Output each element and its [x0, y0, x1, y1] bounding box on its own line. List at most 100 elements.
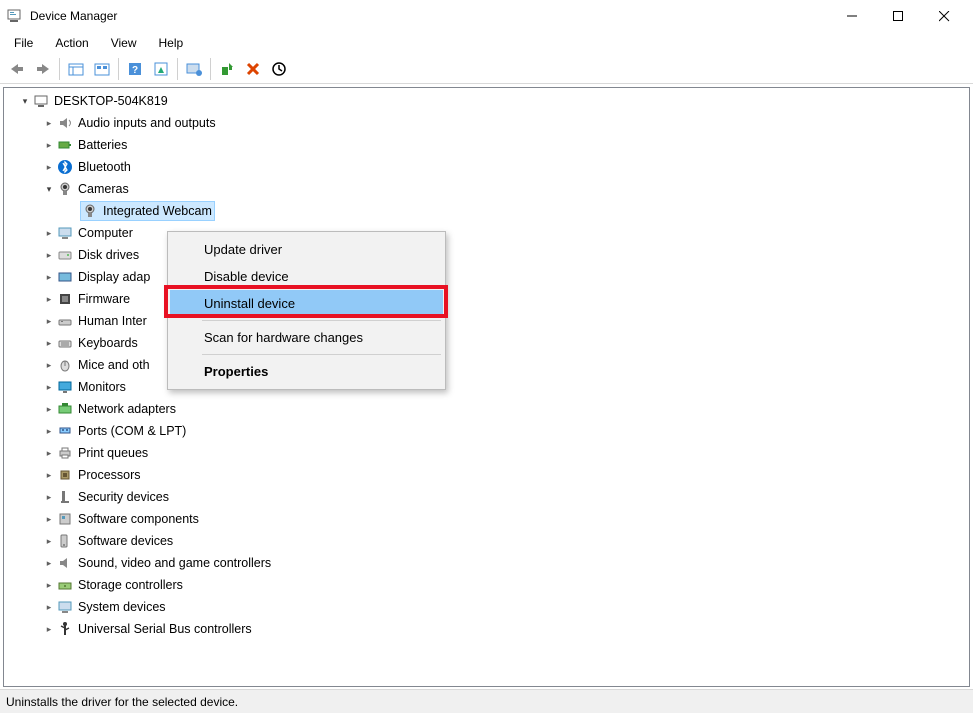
- tree-node-hid[interactable]: ▸ Human Inter: [8, 310, 969, 332]
- update-driver-button[interactable]: [215, 57, 239, 81]
- tree-node-storage[interactable]: ▸ Storage controllers: [8, 574, 969, 596]
- chevron-right-icon[interactable]: ▸: [42, 229, 56, 238]
- status-bar: Uninstalls the driver for the selected d…: [0, 689, 973, 713]
- ctx-uninstall-device[interactable]: Uninstall device: [170, 290, 443, 317]
- forward-button[interactable]: [31, 57, 55, 81]
- tree-node-label: Ports (COM & LPT): [78, 424, 186, 438]
- tree-node-batteries[interactable]: ▸ Batteries: [8, 134, 969, 156]
- chevron-right-icon[interactable]: ▸: [42, 449, 56, 458]
- tree-root-label: DESKTOP-504K819: [54, 94, 168, 108]
- tree-node-disk[interactable]: ▸ Disk drives: [8, 244, 969, 266]
- tree-node-keyboards[interactable]: ▸ Keyboards: [8, 332, 969, 354]
- chevron-right-icon[interactable]: ▸: [42, 295, 56, 304]
- chevron-right-icon[interactable]: ▸: [42, 273, 56, 282]
- disable-button[interactable]: [267, 57, 291, 81]
- maximize-button[interactable]: [875, 1, 921, 31]
- tree-node-sound[interactable]: ▸ Sound, video and game controllers: [8, 552, 969, 574]
- tree-node-label: Universal Serial Bus controllers: [78, 622, 252, 636]
- ctx-scan-hardware[interactable]: Scan for hardware changes: [170, 324, 443, 351]
- ports-icon: [56, 423, 74, 439]
- menu-action[interactable]: Action: [45, 34, 98, 52]
- camera-icon: [56, 181, 74, 197]
- tree-node-label: Batteries: [78, 138, 127, 152]
- chevron-right-icon[interactable]: ▸: [42, 141, 56, 150]
- tree-node-firmware[interactable]: ▸ Firmware: [8, 288, 969, 310]
- context-menu: Update driver Disable device Uninstall d…: [167, 231, 446, 390]
- tree-node-system[interactable]: ▸ System devices: [8, 596, 969, 618]
- properties-button[interactable]: [149, 57, 173, 81]
- chevron-right-icon[interactable]: ▸: [42, 603, 56, 612]
- ctx-disable-device[interactable]: Disable device: [170, 263, 443, 290]
- camera-icon: [81, 203, 99, 219]
- tree-node-monitors[interactable]: ▸ Monitors: [8, 376, 969, 398]
- tree-node-label: Sound, video and game controllers: [78, 556, 271, 570]
- status-text: Uninstalls the driver for the selected d…: [6, 695, 238, 709]
- close-button[interactable]: [921, 1, 967, 31]
- ctx-properties[interactable]: Properties: [170, 358, 443, 385]
- menu-file[interactable]: File: [4, 34, 43, 52]
- back-button[interactable]: [5, 57, 29, 81]
- network-icon: [56, 401, 74, 417]
- tree-node-audio[interactable]: ▸ Audio inputs and outputs: [8, 112, 969, 134]
- tree-root[interactable]: ▾ DESKTOP-504K819: [8, 90, 969, 112]
- tree-node-label: Human Inter: [78, 314, 147, 328]
- chevron-right-icon[interactable]: ▸: [42, 493, 56, 502]
- chevron-right-icon[interactable]: ▸: [42, 581, 56, 590]
- menu-help[interactable]: Help: [149, 34, 194, 52]
- computer-icon: [56, 225, 74, 241]
- tree-node-label: System devices: [78, 600, 166, 614]
- chevron-right-icon[interactable]: ▸: [42, 559, 56, 568]
- menu-view[interactable]: View: [101, 34, 147, 52]
- tree-node-mice[interactable]: ▸ Mice and oth: [8, 354, 969, 376]
- titlebar: Device Manager: [0, 0, 973, 32]
- window-title: Device Manager: [30, 9, 117, 23]
- chevron-down-icon[interactable]: ▾: [18, 97, 32, 106]
- tree-node-label: Display adap: [78, 270, 150, 284]
- chevron-right-icon[interactable]: ▸: [42, 405, 56, 414]
- tree-node-integrated-webcam[interactable]: Integrated Webcam: [8, 200, 969, 222]
- chevron-right-icon[interactable]: ▸: [42, 427, 56, 436]
- chevron-right-icon[interactable]: ▸: [42, 339, 56, 348]
- tree-node-processors[interactable]: ▸ Processors: [8, 464, 969, 486]
- chevron-right-icon[interactable]: ▸: [42, 471, 56, 480]
- menubar: File Action View Help: [0, 32, 973, 54]
- chevron-right-icon[interactable]: ▸: [42, 625, 56, 634]
- tree-node-label: Network adapters: [78, 402, 176, 416]
- security-icon: [56, 489, 74, 505]
- show-hidden-button[interactable]: [64, 57, 88, 81]
- tree-node-security[interactable]: ▸ Security devices: [8, 486, 969, 508]
- tree-node-cameras[interactable]: ▾ Cameras: [8, 178, 969, 200]
- chevron-right-icon[interactable]: ▸: [42, 251, 56, 260]
- tree-node-software-devices[interactable]: ▸ Software devices: [8, 530, 969, 552]
- chevron-right-icon[interactable]: ▸: [42, 537, 56, 546]
- minimize-button[interactable]: [829, 1, 875, 31]
- scan-button[interactable]: [182, 57, 206, 81]
- toolbar-separator: [118, 58, 119, 80]
- firmware-icon: [56, 291, 74, 307]
- device-tree: ▾ DESKTOP-504K819 ▸ Audio inputs and out…: [4, 88, 969, 642]
- tree-node-ports[interactable]: ▸ Ports (COM & LPT): [8, 420, 969, 442]
- ctx-update-driver[interactable]: Update driver: [170, 236, 443, 263]
- tree-node-display[interactable]: ▸ Display adap: [8, 266, 969, 288]
- view-button[interactable]: [90, 57, 114, 81]
- tree-node-label: Security devices: [78, 490, 169, 504]
- system-icon: [56, 599, 74, 615]
- tree-node-computer[interactable]: ▸ Computer: [8, 222, 969, 244]
- chevron-right-icon[interactable]: ▸: [42, 383, 56, 392]
- chevron-right-icon[interactable]: ▸: [42, 163, 56, 172]
- sound-icon: [56, 555, 74, 571]
- chevron-right-icon[interactable]: ▸: [42, 361, 56, 370]
- uninstall-button[interactable]: [241, 57, 265, 81]
- tree-node-software-components[interactable]: ▸ Software components: [8, 508, 969, 530]
- chevron-right-icon[interactable]: ▸: [42, 515, 56, 524]
- device-tree-panel: ▾ DESKTOP-504K819 ▸ Audio inputs and out…: [3, 87, 970, 687]
- chevron-right-icon[interactable]: ▸: [42, 119, 56, 128]
- chevron-down-icon[interactable]: ▾: [42, 185, 56, 194]
- help-button[interactable]: ?: [123, 57, 147, 81]
- chevron-right-icon[interactable]: ▸: [42, 317, 56, 326]
- tree-node-printqueues[interactable]: ▸ Print queues: [8, 442, 969, 464]
- cpu-icon: [56, 467, 74, 483]
- tree-node-network[interactable]: ▸ Network adapters: [8, 398, 969, 420]
- tree-node-bluetooth[interactable]: ▸ Bluetooth: [8, 156, 969, 178]
- tree-node-usb[interactable]: ▸ Universal Serial Bus controllers: [8, 618, 969, 640]
